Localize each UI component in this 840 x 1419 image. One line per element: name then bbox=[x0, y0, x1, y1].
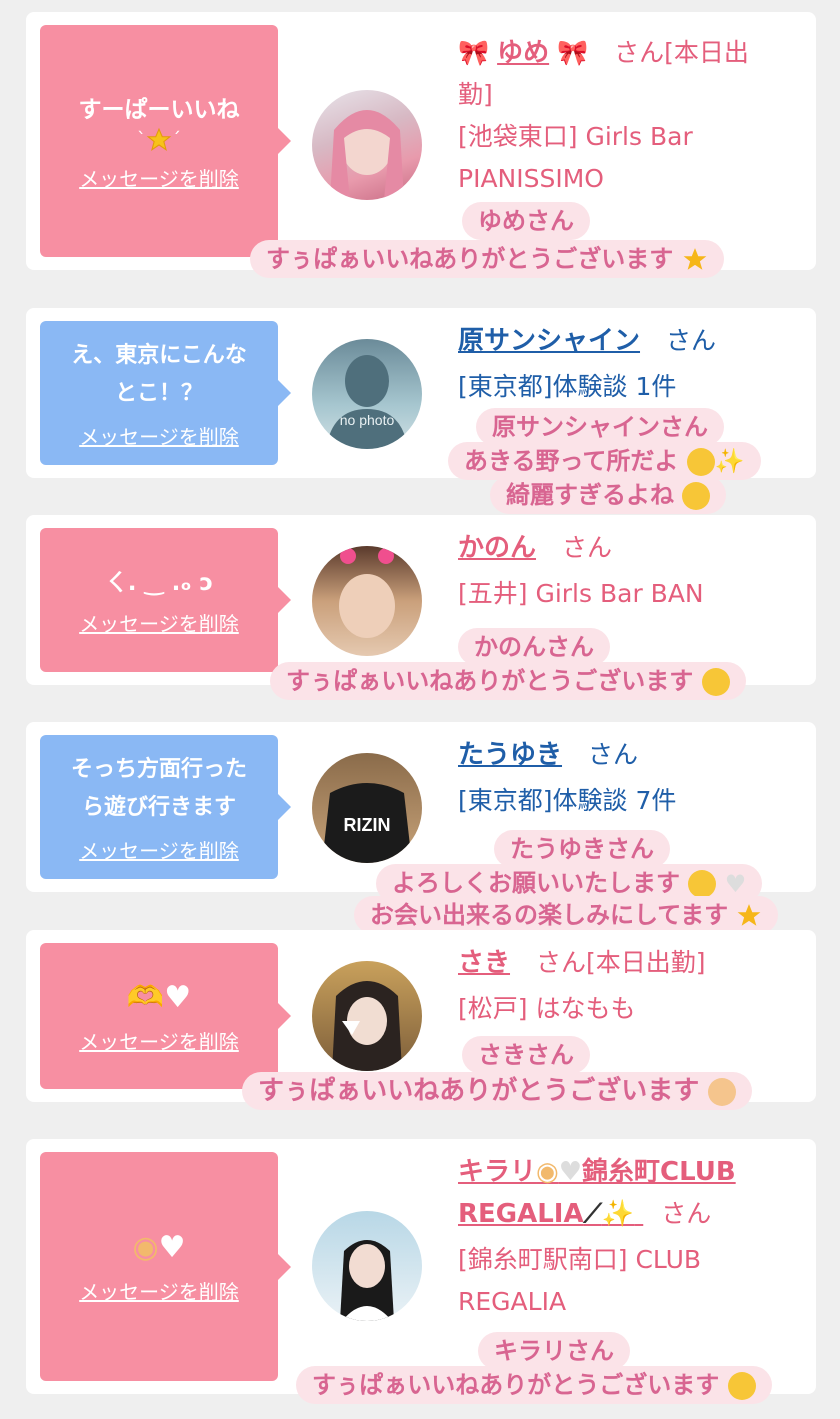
user-info: たうゆき さん [東京都]体験談 7件 bbox=[458, 734, 808, 822]
svg-text:no photo: no photo bbox=[340, 412, 395, 428]
angel-baby-icon: ◉ bbox=[536, 1157, 559, 1187]
message-bubble: そっち方面行った ら遊び行きます メッセージを削除 bbox=[40, 735, 291, 879]
honorific-cont: 勤] bbox=[458, 80, 493, 109]
sticker-name: さきさん bbox=[462, 1036, 590, 1074]
hand-heart-icons: 🫶♥ bbox=[126, 979, 192, 1015]
delete-message-link[interactable]: メッセージを削除 bbox=[79, 835, 239, 864]
user-name-link[interactable]: 原サンシャイン bbox=[458, 326, 640, 356]
user-name-link[interactable]: たうゆき bbox=[458, 740, 562, 770]
sticker-message: すぅぱぁいいねありがとうございます bbox=[270, 662, 746, 700]
avatar[interactable] bbox=[312, 90, 422, 200]
magic-wand-icon: ⟋ bbox=[583, 1199, 602, 1229]
shop-name: [錦糸町駅南口] CLUB bbox=[458, 1245, 702, 1274]
shop-name: [松戸] はなもも bbox=[458, 994, 636, 1023]
user-info: 原サンシャイン さん [東京都]体験談 1件 bbox=[458, 320, 808, 408]
sticker-name: たうゆきさん bbox=[494, 830, 670, 868]
user-info: かのん さん [五井] Girls Bar BAN bbox=[458, 527, 808, 615]
smiling-hearts-face-icon bbox=[701, 668, 730, 696]
sticker-message: 綺麗すぎるよね bbox=[490, 476, 727, 514]
delete-message-link[interactable]: メッセージを削除 bbox=[79, 163, 239, 192]
avatar[interactable] bbox=[312, 1211, 422, 1321]
glowing-star-icon bbox=[738, 904, 761, 926]
shop-name: [東京都]体験談 7件 bbox=[458, 786, 677, 815]
user-name-link[interactable]: かのん bbox=[458, 533, 536, 563]
message-text: そっち方面行った ら遊び行きます bbox=[70, 756, 247, 820]
sticker-message: すぅぱぁいいねありがとうございます bbox=[296, 1366, 772, 1404]
delete-message-link[interactable]: メッセージを削除 bbox=[79, 1026, 239, 1055]
sticker-message: あきる野って所だよ ✨ bbox=[448, 442, 761, 480]
shop-name: [池袋東口] Girls Bar bbox=[458, 122, 693, 151]
shop-name: [東京都]体験談 1件 bbox=[458, 372, 677, 401]
ribbon-icon: 🎀 bbox=[557, 38, 589, 67]
relieved-face-icon bbox=[688, 870, 717, 898]
notification-card: ◉♥ メッセージを削除 キラリ◉♥錦糸町CLUB REGALIA⟋✨ さん [錦… bbox=[26, 1139, 816, 1394]
sticker-message: お会い出来るの楽しみにしてます bbox=[354, 896, 779, 934]
white-heart-icon: ♥ bbox=[558, 1157, 583, 1187]
honorific: さん[本日出勤] bbox=[535, 948, 706, 977]
relieved-face-icon bbox=[686, 448, 715, 476]
honorific: さん bbox=[665, 326, 716, 355]
shop-name: [五井] Girls Bar BAN bbox=[458, 579, 704, 608]
ribbon-icon: 🎀 bbox=[458, 38, 490, 67]
user-name-link[interactable]: さき bbox=[458, 948, 510, 978]
message-bubble: ㄑ. ‿ .ₒ ↄ メッセージを削除 bbox=[40, 528, 291, 672]
glowing-star-icon bbox=[683, 248, 707, 270]
message-bubble: すーぱーいいね ˋˊ メッセージを削除 bbox=[40, 25, 291, 257]
sparkles-icon: ✨ bbox=[601, 1199, 635, 1229]
avatar[interactable]: RIZIN bbox=[312, 753, 422, 863]
delete-message-link[interactable]: メッセージを削除 bbox=[79, 1276, 239, 1305]
message-bubble: 🫶♥ メッセージを削除 bbox=[40, 943, 291, 1089]
sparkles-icon: ✨ bbox=[714, 447, 745, 475]
sticker-message: すぅぱぁいいねありがとうございます bbox=[242, 1072, 753, 1110]
user-name-link-cont[interactable]: REGALIA⟋✨ bbox=[458, 1199, 643, 1229]
sticker-name: かのんさん bbox=[458, 628, 610, 666]
honorific: さん[本日出 bbox=[614, 38, 749, 67]
sticker-name: キラリさん bbox=[478, 1332, 630, 1370]
svg-text:RIZIN: RIZIN bbox=[344, 815, 391, 835]
message-text: すーぱーいいね bbox=[78, 96, 240, 123]
message-text: え、東京にこんな とこ！？ bbox=[71, 342, 247, 406]
pleading-face-icon bbox=[682, 482, 711, 510]
user-info: キラリ◉♥錦糸町CLUB REGALIA⟋✨ さん [錦糸町駅南口] CLUB … bbox=[458, 1151, 808, 1323]
shop-name-cont: PIANISSIMO bbox=[458, 164, 604, 193]
delete-message-link[interactable]: メッセージを削除 bbox=[79, 421, 239, 450]
honorific: さん bbox=[661, 1199, 712, 1228]
delete-message-link[interactable]: メッセージを削除 bbox=[79, 608, 239, 637]
message-bubble: え、東京にこんな とこ！？ メッセージを削除 bbox=[40, 321, 291, 465]
sparkle-star-icon: ˋˊ bbox=[137, 127, 181, 151]
heart-eyes-face-icon bbox=[727, 1372, 756, 1400]
user-name-link[interactable]: ゆめ bbox=[497, 38, 549, 68]
avatar[interactable]: no photo bbox=[312, 339, 422, 449]
sticker-name: ゆめさん bbox=[462, 202, 590, 240]
shop-name-cont: REGALIA bbox=[458, 1287, 567, 1316]
avatar[interactable] bbox=[312, 546, 422, 656]
notification-card: すーぱーいいね ˋˊ メッセージを削除 🎀 ゆめ 🎀 さん[本日出 勤] [池袋… bbox=[26, 12, 816, 270]
sticker-name: 原サンシャインさん bbox=[476, 408, 724, 446]
user-info: 🎀 ゆめ 🎀 さん[本日出 勤] [池袋東口] Girls Bar PIANIS… bbox=[458, 32, 808, 200]
baby-heart-icons: ◉♥ bbox=[132, 1230, 186, 1265]
sticker-message: すぅぱぁいいねありがとうございます bbox=[250, 240, 724, 278]
notification-card: ㄑ. ‿ .ₒ ↄ メッセージを削除 かのん さん [五井] Girls Bar… bbox=[26, 515, 816, 685]
honorific: さん bbox=[587, 740, 638, 769]
user-name-link[interactable]: キラリ◉♥錦糸町CLUB bbox=[458, 1157, 736, 1187]
message-text: ㄑ. ‿ .ₒ ↄ bbox=[104, 569, 214, 596]
honorific: さん bbox=[561, 533, 612, 562]
angel-baby-icon bbox=[708, 1077, 737, 1106]
avatar[interactable] bbox=[312, 961, 422, 1071]
user-info: さき さん[本日出勤] [松戸] はなもも bbox=[458, 942, 808, 1030]
message-bubble: ◉♥ メッセージを削除 bbox=[40, 1152, 291, 1381]
